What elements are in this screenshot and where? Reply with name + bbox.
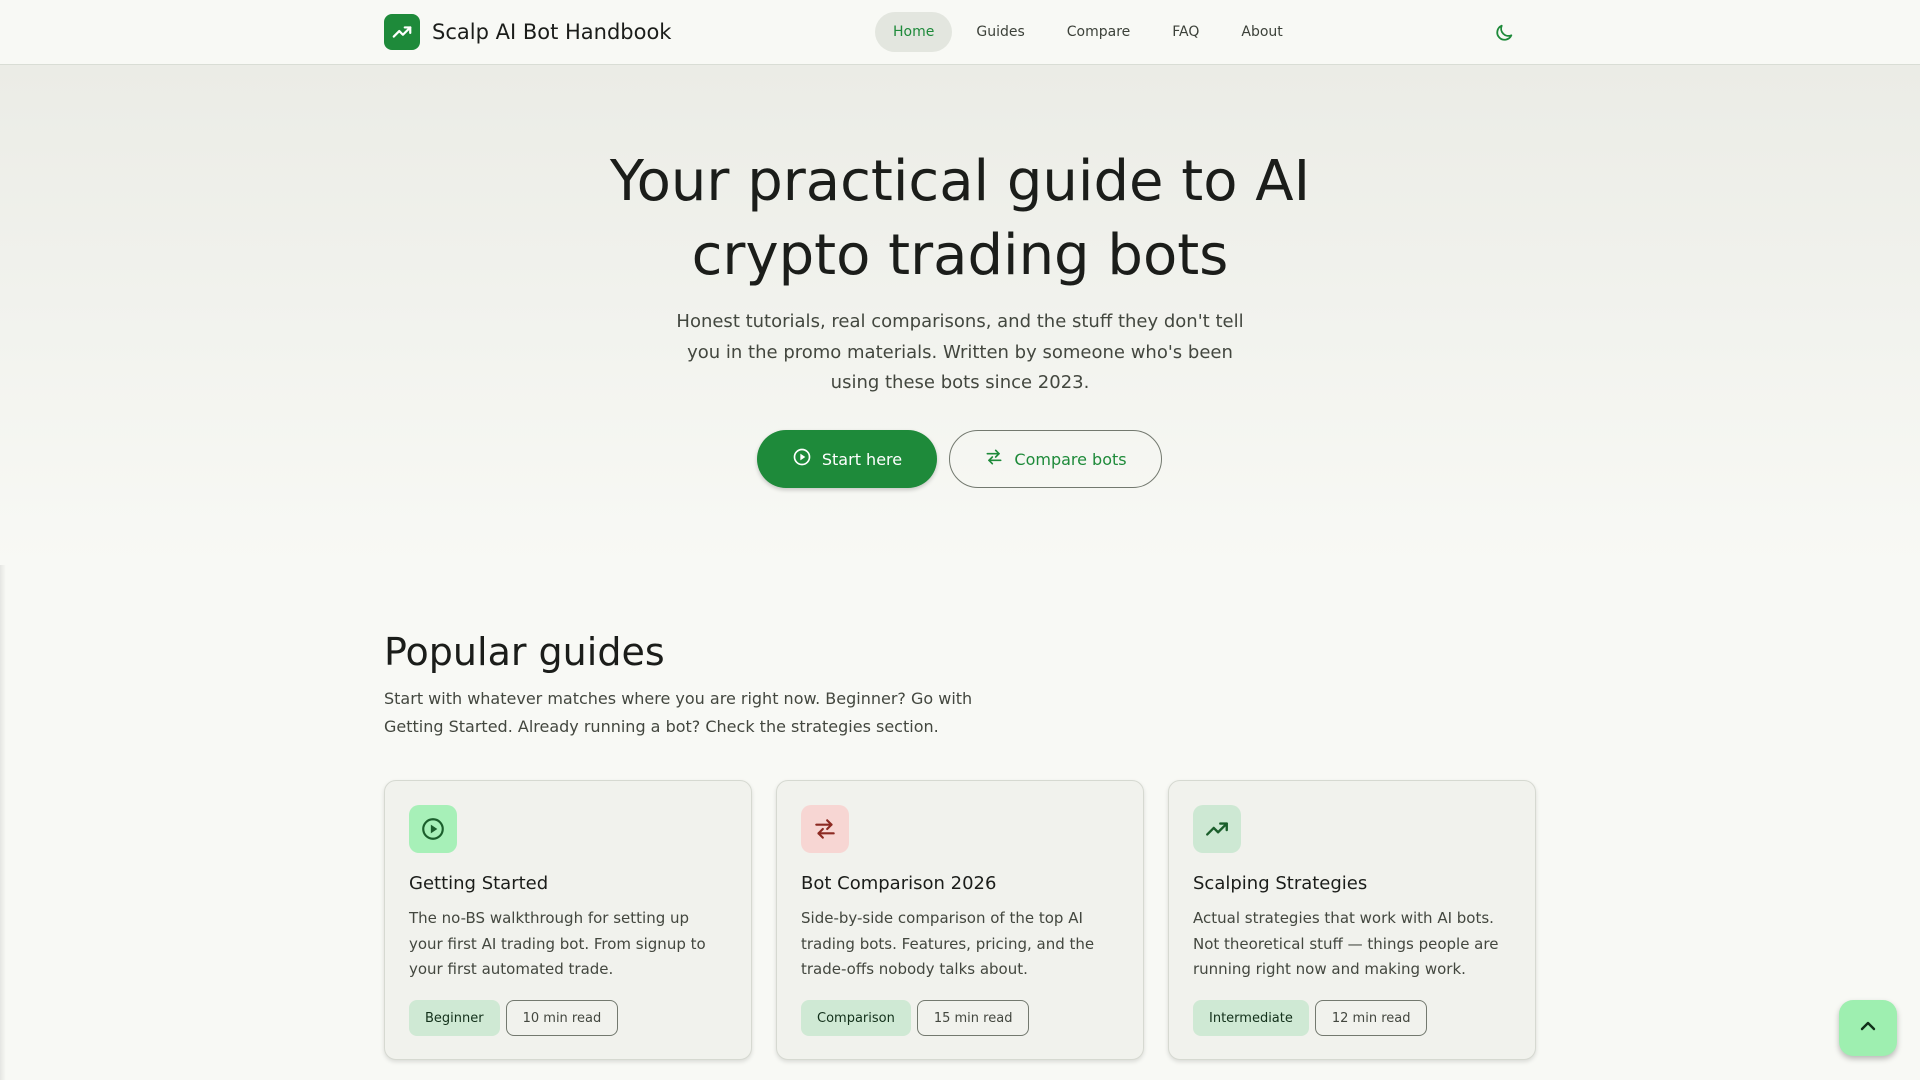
compare-bots-label: Compare bots [1014, 449, 1127, 469]
card-title: Scalping Strategies [1193, 873, 1368, 894]
level-badge: Comparison [801, 1000, 911, 1036]
keyboard-arrow-up-icon [1856, 1014, 1880, 1042]
card-tags: Comparison 15 min read [801, 1000, 1030, 1036]
guide-card-scalping-strategies[interactable]: Scalping Strategies Actual strategies th… [1168, 780, 1536, 1060]
nav-item-about[interactable]: About [1223, 12, 1300, 52]
guide-cards: Getting Started The no-BS walkthrough fo… [384, 780, 1536, 1060]
site-header: Scalp AI Bot Handbook Home Guides Compar… [0, 0, 1920, 65]
card-description: Side-by-side comparison of the top AI tr… [801, 909, 1095, 978]
hero-buttons: Start here Compare bots [757, 430, 1162, 488]
start-here-button[interactable]: Start here [757, 430, 937, 488]
hero-title: Your practical guide to AI crypto tradin… [560, 145, 1360, 293]
nav-item-guides[interactable]: Guides [958, 12, 1042, 52]
trending-up-icon [1193, 805, 1241, 853]
nav-item-home[interactable]: Home [875, 12, 953, 52]
card-title: Bot Comparison 2026 [801, 873, 997, 894]
dark-mode-icon[interactable] [1486, 16, 1522, 50]
read-time-badge: 12 min read [1314, 1000, 1428, 1036]
read-time-badge: 15 min read [916, 1000, 1030, 1036]
hero-title-line2: crypto trading bots [691, 223, 1229, 288]
hero-title-line1: Your practical guide to AI [609, 149, 1311, 214]
section-title: Popular guides [384, 630, 665, 674]
nav-item-compare[interactable]: Compare [1049, 12, 1149, 52]
compare-icon [801, 805, 849, 853]
card-tags: Beginner 10 min read [409, 1000, 619, 1036]
start-here-label: Start here [821, 449, 903, 469]
card-tags: Intermediate 12 min read [1193, 1000, 1428, 1036]
hero-subtitle: Honest tutorials, real comparisons, and … [676, 311, 1244, 393]
main-nav: Home Guides Compare FAQ About [875, 12, 1301, 52]
play-circle-icon [792, 447, 812, 471]
card-title: Getting Started [409, 873, 549, 894]
brand[interactable]: Scalp AI Bot Handbook [384, 14, 671, 50]
section-subtitle: Start with whatever matches where you ar… [384, 689, 973, 736]
level-badge: Intermediate [1193, 1000, 1309, 1036]
trending-up-icon [384, 14, 420, 50]
level-badge: Beginner [409, 1000, 500, 1036]
brand-title: Scalp AI Bot Handbook [432, 20, 672, 44]
compare-bots-button[interactable]: Compare bots [949, 430, 1162, 488]
card-description: Actual strategies that work with AI bots… [1193, 909, 1499, 978]
play-circle-icon [409, 805, 457, 853]
guide-card-getting-started[interactable]: Getting Started The no-BS walkthrough fo… [384, 780, 752, 1060]
hero: Your practical guide to AI crypto tradin… [0, 65, 1920, 565]
guide-card-bot-comparison[interactable]: Bot Comparison 2026 Side-by-side compari… [776, 780, 1144, 1060]
nav-item-faq[interactable]: FAQ [1154, 12, 1217, 52]
card-description: The no-BS walkthrough for setting up you… [409, 909, 706, 978]
read-time-badge: 10 min read [505, 1000, 619, 1036]
compare-icon [984, 447, 1004, 471]
scroll-to-top-button[interactable] [1839, 1000, 1897, 1056]
